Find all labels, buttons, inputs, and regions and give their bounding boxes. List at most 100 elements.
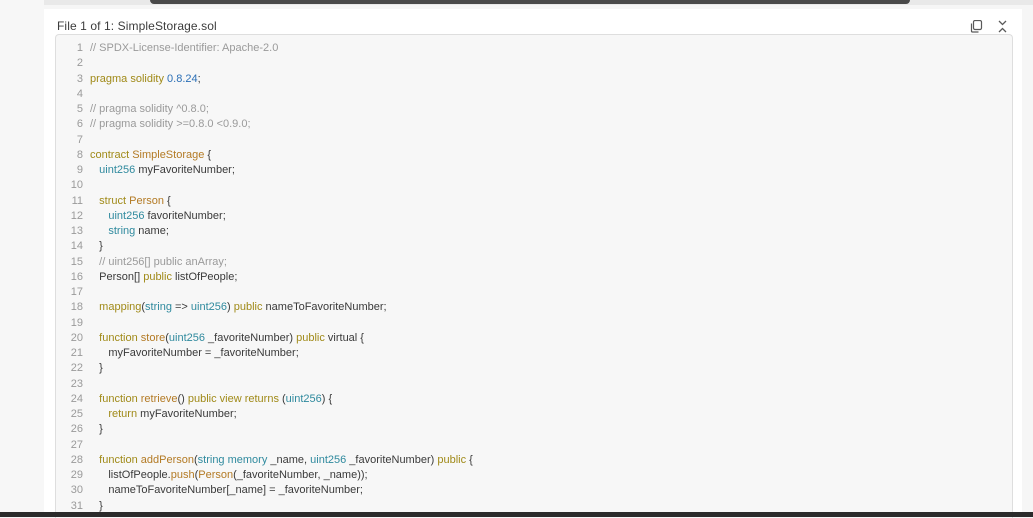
code-text: return myFavoriteNumber;: [90, 407, 236, 422]
code-token: {: [204, 148, 212, 161]
code-text: uint256 myFavoriteNumber;: [90, 163, 235, 178]
line-number: 7: [76, 133, 83, 146]
line-number: 13: [70, 225, 83, 237]
line-number: 14: [70, 240, 83, 253]
code-token: ;: [197, 72, 201, 85]
code-token: // pragma solidity ^0.8.0;: [90, 103, 209, 115]
code-lines: 1 // SPDX-License-Identifier: Apache-2.0 2…: [56, 41, 1012, 514]
code-token: 0.8.24: [167, 72, 198, 85]
collapse-icon[interactable]: [994, 18, 1010, 34]
code-text: }: [90, 361, 103, 376]
code-text: }: [90, 239, 103, 254]
code-token: uint256: [190, 301, 228, 314]
code-token: function: [99, 392, 141, 405]
top-bar-fragment: [150, 0, 910, 4]
code-line: 16 Person[] public listOfPeople;: [56, 270, 1012, 285]
line-number: 6: [76, 118, 83, 131]
code-token: return: [108, 408, 138, 420]
code-token: uint256: [99, 164, 136, 176]
code-line: 5 // pragma solidity ^0.8.0;: [56, 102, 1012, 117]
code-line: 15 // uint256[] public anArray;: [56, 255, 1012, 270]
line-number: 3: [76, 72, 83, 85]
line-number: 28: [70, 453, 83, 466]
code-line: 26 }: [56, 422, 1012, 437]
code-line: 25 return myFavoriteNumber;: [56, 407, 1012, 422]
code-token: public: [296, 331, 325, 344]
code-line: 22 }: [56, 361, 1012, 376]
code-text: // uint256[] public anArray;: [90, 255, 227, 270]
code-token: }: [90, 240, 103, 253]
code-line: 6 // pragma solidity >=0.8.0 <0.9.0;: [56, 117, 1012, 132]
code-viewer[interactable]: 1 // SPDX-License-Identifier: Apache-2.0 2…: [55, 34, 1013, 518]
code-token: // uint256[] public anArray;: [90, 255, 227, 268]
line-number: 2: [76, 57, 83, 70]
line-number: 18: [70, 301, 83, 314]
code-token: _name,: [267, 453, 311, 466]
code-text: listOfPeople.push(Person(_favoriteNumber…: [90, 468, 367, 483]
code-token: (): [177, 392, 188, 405]
code-line: 17: [56, 285, 1012, 300]
code-line: 4: [56, 87, 1012, 102]
code-line: 29 listOfPeople.push(Person(_favoriteNum…: [56, 468, 1012, 483]
code-text: mapping(string => uint256) public nameTo…: [90, 300, 386, 315]
line-number: 23: [70, 377, 83, 390]
code-text: nameToFavoriteNumber[_name] = _favoriteN…: [90, 483, 363, 498]
code-line: 14 }: [56, 239, 1012, 254]
line-number: 4: [76, 87, 83, 100]
code-token: listOfPeople;: [171, 270, 238, 283]
code-text: function addPerson(string memory _name, …: [90, 453, 473, 468]
code-panel: File 1 of 1: SimpleStorage.sol 1 // SPDX-…: [44, 9, 1022, 518]
code-token: favoriteNumber;: [144, 209, 226, 222]
code-line: 8 contract SimpleStorage {: [56, 148, 1012, 163]
code-text: function store(uint256 _favoriteNumber) …: [90, 331, 364, 346]
line-number: 17: [70, 286, 83, 298]
code-line: 11 struct Person {: [56, 194, 1012, 209]
code-line: 21 myFavoriteNumber = _favoriteNumber;: [56, 346, 1012, 361]
code-line: 20 function store(uint256 _favoriteNumbe…: [56, 331, 1012, 346]
code-token: }: [90, 423, 103, 436]
code-text: string name;: [90, 224, 169, 239]
line-number: 25: [70, 408, 83, 420]
code-text: function retrieve() public view returns …: [90, 392, 332, 407]
code-token: mapping: [99, 301, 142, 314]
code-token: nameToFavoriteNumber[_name] = _favoriteN…: [90, 484, 363, 497]
line-number: 19: [70, 316, 83, 329]
code-token: function: [99, 331, 141, 344]
code-token: ): [227, 301, 234, 314]
line-number: 16: [70, 270, 83, 283]
left-gutter: [0, 0, 44, 517]
code-token: {: [163, 194, 171, 207]
code-token: struct: [99, 194, 130, 207]
line-number: 30: [70, 484, 83, 497]
code-text: myFavoriteNumber = _favoriteNumber;: [90, 346, 298, 361]
bottom-bar: [0, 512, 1033, 517]
line-number: 15: [70, 255, 83, 268]
file-title: File 1 of 1: SimpleStorage.sol: [57, 19, 217, 33]
code-line: 30 nameToFavoriteNumber[_name] = _favori…: [56, 483, 1012, 498]
code-text: // pragma solidity ^0.8.0;: [90, 102, 209, 117]
copy-icon[interactable]: [968, 18, 984, 34]
line-number: 12: [70, 209, 83, 222]
code-token: uint256: [168, 331, 205, 344]
code-line: 1 // SPDX-License-Identifier: Apache-2.0: [56, 41, 1012, 56]
line-number: 5: [76, 103, 83, 115]
code-token: uint256: [285, 392, 322, 405]
code-line: 2: [56, 56, 1012, 71]
code-text: // SPDX-License-Identifier: Apache-2.0: [90, 41, 278, 56]
code-token: string: [145, 301, 172, 314]
code-token: public: [437, 453, 467, 466]
code-token: string: [108, 225, 136, 237]
code-text: contract SimpleStorage {: [90, 148, 211, 163]
code-line: 3 pragma solidity 0.8.24;: [56, 72, 1012, 87]
code-token: myFavoriteNumber;: [135, 164, 235, 176]
line-number: 20: [70, 331, 83, 344]
code-line: 18 mapping(string => uint256) public nam…: [56, 300, 1012, 315]
code-token: }: [90, 362, 103, 375]
code-token: SimpleStorage: [132, 148, 205, 161]
